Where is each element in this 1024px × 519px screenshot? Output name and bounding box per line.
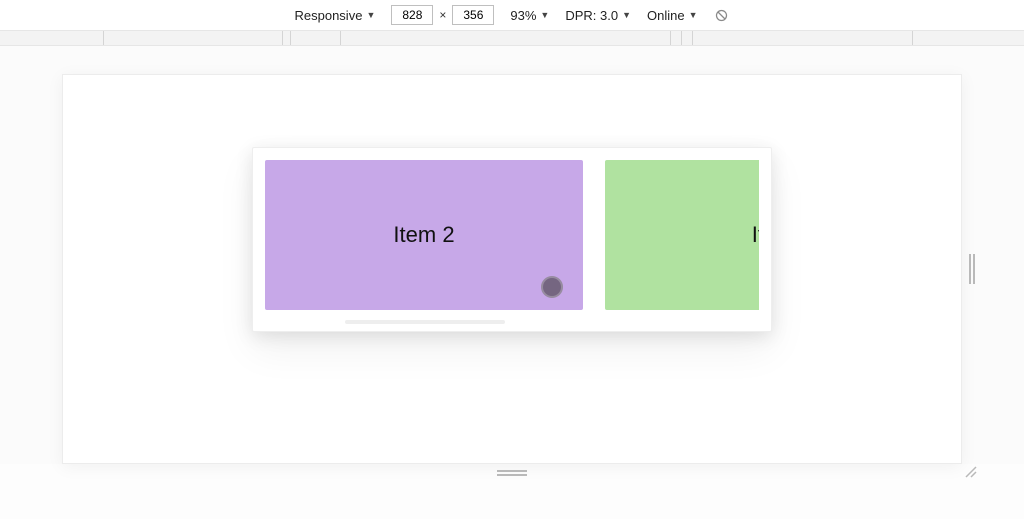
throttle-dropdown[interactable]: Online ▼	[647, 8, 698, 23]
carousel-item-3[interactable]: Ite	[605, 160, 759, 310]
resize-handle-right[interactable]	[969, 254, 977, 284]
ruler-tick	[692, 31, 693, 45]
chevron-down-icon: ▼	[366, 10, 375, 20]
horizontal-scrollbar[interactable]	[345, 320, 505, 324]
chevron-down-icon: ▼	[540, 10, 549, 20]
device-preset-dropdown[interactable]: Responsive ▼	[295, 8, 376, 23]
device-stage: Item 2 Ite	[0, 46, 1024, 464]
carousel-item-2[interactable]: Item 2	[265, 160, 583, 310]
ruler-tick	[290, 31, 291, 45]
ruler-tick	[670, 31, 671, 45]
carousel-item-label: Item 2	[393, 222, 454, 248]
ruler-tick	[282, 31, 283, 45]
chevron-down-icon: ▼	[689, 10, 698, 20]
dpr-label: DPR: 3.0	[565, 8, 618, 23]
emulated-viewport[interactable]: Item 2 Ite	[62, 74, 962, 464]
resize-handle-bottom[interactable]	[497, 470, 527, 478]
ruler-tick	[103, 31, 104, 45]
carousel-track[interactable]: Item 2 Ite	[265, 160, 759, 310]
device-preset-label: Responsive	[295, 8, 363, 23]
carousel-item-label: Ite	[752, 222, 759, 248]
carousel-card: Item 2 Ite	[252, 147, 772, 332]
ruler-tick	[912, 31, 913, 45]
zoom-dropdown[interactable]: 93% ▼	[510, 8, 549, 23]
dimension-x-label: ×	[439, 8, 446, 22]
ruler-tick	[340, 31, 341, 45]
viewport-height-input[interactable]	[452, 5, 494, 25]
dpr-dropdown[interactable]: DPR: 3.0 ▼	[565, 8, 631, 23]
dimension-inputs: ×	[391, 5, 494, 25]
viewport-width-input[interactable]	[391, 5, 433, 25]
device-toolbar: Responsive ▼ × 93% ▼ DPR: 3.0 ▼ Online ▼	[0, 0, 1024, 30]
zoom-label: 93%	[510, 8, 536, 23]
chevron-down-icon: ▼	[622, 10, 631, 20]
throttle-label: Online	[647, 8, 685, 23]
ruler-tick	[681, 31, 682, 45]
responsive-ruler[interactable]	[0, 30, 1024, 46]
rotate-icon[interactable]	[714, 7, 730, 23]
resize-handle-corner[interactable]	[963, 464, 977, 478]
touch-indicator-icon	[541, 276, 563, 298]
